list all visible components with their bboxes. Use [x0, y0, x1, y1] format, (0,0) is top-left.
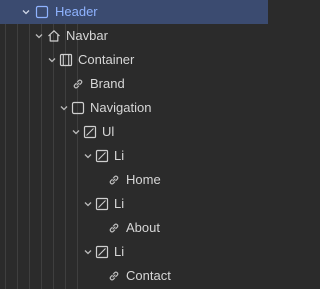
box-icon	[71, 101, 85, 115]
tree-row-brand[interactable]: Brand	[0, 72, 268, 96]
list-item-icon	[95, 149, 109, 163]
link-icon	[71, 77, 85, 91]
tree-row-label: Li	[114, 148, 125, 163]
tree-row-label: Brand	[90, 76, 125, 91]
chevron-down-icon[interactable]	[21, 7, 31, 17]
tree-row-navbar[interactable]: Navbar	[0, 24, 268, 48]
tree-row-home[interactable]: Home	[0, 168, 268, 192]
tree-row-about[interactable]: About	[0, 216, 268, 240]
list-item-icon	[95, 197, 109, 211]
box-icon	[35, 5, 49, 19]
link-icon	[107, 269, 121, 283]
tree-row-label: Container	[78, 52, 135, 67]
navbar-icon	[47, 29, 61, 43]
link-icon	[107, 221, 121, 235]
tree-row-label: Contact	[126, 268, 171, 283]
chevron-down-icon[interactable]	[83, 247, 93, 257]
chevron-down-icon[interactable]	[59, 103, 69, 113]
tree-row-label: Li	[114, 244, 125, 259]
tree-row-label: Ul	[102, 124, 115, 139]
chevron-down-icon[interactable]	[83, 151, 93, 161]
tree-row-label: Navigation	[90, 100, 152, 115]
tree-row-label: Header	[55, 4, 98, 19]
tree-row-navigation[interactable]: Navigation	[0, 96, 268, 120]
chevron-down-icon[interactable]	[83, 199, 93, 209]
chevron-down-icon[interactable]	[34, 31, 44, 41]
tree-row-container[interactable]: Container	[0, 48, 268, 72]
tree-row-li[interactable]: Li	[0, 240, 268, 264]
tree-row-contact[interactable]: Contact	[0, 264, 268, 288]
list-item-icon	[95, 245, 109, 259]
link-icon	[107, 173, 121, 187]
tree-row-label: Navbar	[66, 28, 108, 43]
tree-row-li[interactable]: Li	[0, 192, 268, 216]
navigator-tree: Header Navbar Container Brand Navigation…	[0, 0, 268, 289]
tree-row-ul[interactable]: Ul	[0, 120, 268, 144]
tree-row-header[interactable]: Header	[0, 0, 268, 24]
chevron-down-icon[interactable]	[71, 127, 81, 137]
tree-row-label: Li	[114, 196, 125, 211]
tree-row-label: Home	[126, 172, 161, 187]
tree-row-label: About	[126, 220, 160, 235]
list-icon	[83, 125, 97, 139]
tree-row-li[interactable]: Li	[0, 144, 268, 168]
container-icon	[59, 53, 73, 67]
chevron-down-icon[interactable]	[47, 55, 57, 65]
